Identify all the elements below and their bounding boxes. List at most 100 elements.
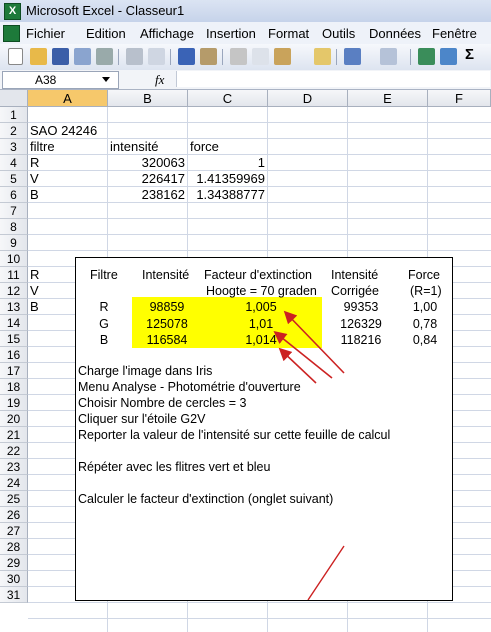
cell-b4[interactable]: 320063	[108, 155, 185, 171]
menu-format[interactable]: Format	[268, 26, 309, 41]
column-header-c[interactable]: C	[188, 90, 268, 107]
globe-icon[interactable]	[440, 48, 457, 65]
column-header-d[interactable]: D	[268, 90, 348, 107]
permission-icon[interactable]	[74, 48, 91, 65]
print-icon[interactable]	[126, 48, 143, 65]
row-header-22[interactable]: 22	[0, 443, 28, 459]
cell-a12[interactable]: V	[30, 283, 39, 299]
name-box-value: A38	[35, 73, 57, 87]
hyperlink-icon[interactable]	[418, 48, 435, 65]
row-header-12[interactable]: 12	[0, 283, 28, 299]
undo-icon[interactable]	[344, 48, 361, 65]
select-all-corner[interactable]	[0, 90, 28, 107]
menu-insertion[interactable]: Insertion	[206, 26, 256, 41]
row-header-21[interactable]: 21	[0, 427, 28, 443]
toolbar-separator	[336, 49, 337, 65]
row-header-5[interactable]: 5	[0, 171, 28, 187]
formula-bar: A38 fx	[0, 70, 491, 90]
row-header-13[interactable]: 13	[0, 299, 28, 315]
row-header-15[interactable]: 15	[0, 331, 28, 347]
save-icon[interactable]	[52, 48, 69, 65]
menu-donnees[interactable]: Données	[369, 26, 421, 41]
cell-a6[interactable]: B	[30, 187, 39, 203]
column-header-b[interactable]: B	[108, 90, 188, 107]
cut-icon[interactable]	[230, 48, 247, 65]
cell-a3[interactable]: filtre	[30, 139, 55, 155]
row-header-20[interactable]: 20	[0, 411, 28, 427]
open-folder-icon[interactable]	[30, 48, 47, 65]
cell-c4[interactable]: 1	[188, 155, 265, 171]
document-icon[interactable]	[3, 25, 20, 42]
excel-icon: X	[4, 3, 21, 20]
toolbar-separator	[222, 49, 223, 65]
autosum-icon[interactable]: Σ	[465, 46, 482, 63]
menu-affichage[interactable]: Affichage	[140, 26, 194, 41]
row-header-31[interactable]: 31	[0, 587, 28, 603]
arrow-lower	[307, 545, 345, 600]
spelling-icon[interactable]	[178, 48, 195, 65]
row-header-7[interactable]: 7	[0, 203, 28, 219]
menu-fenetre[interactable]: Fenêtre	[432, 26, 477, 41]
cell-c5[interactable]: 1.41359969	[188, 171, 265, 187]
format-painter-icon[interactable]	[314, 48, 331, 65]
title-bar: X Microsoft Excel - Classeur1	[0, 0, 491, 23]
copy-icon[interactable]	[252, 48, 269, 65]
row-header-1[interactable]: 1	[0, 107, 28, 123]
row-header-24[interactable]: 24	[0, 475, 28, 491]
cell-a5[interactable]: V	[30, 171, 39, 187]
new-document-icon[interactable]	[8, 48, 23, 65]
column-header-a[interactable]: A	[28, 90, 108, 107]
row-header-4[interactable]: 4	[0, 155, 28, 171]
cell-b5[interactable]: 226417	[108, 171, 185, 187]
row-header-26[interactable]: 26	[0, 507, 28, 523]
row-header-3[interactable]: 3	[0, 139, 28, 155]
standard-toolbar: Σ	[0, 44, 491, 71]
chevron-down-icon[interactable]	[102, 77, 110, 82]
menu-outils[interactable]: Outils	[322, 26, 355, 41]
row-header-14[interactable]: 14	[0, 315, 28, 331]
paste-icon[interactable]	[274, 48, 291, 65]
row-header-10[interactable]: 10	[0, 251, 28, 267]
formula-input[interactable]	[176, 71, 490, 87]
window-title: Microsoft Excel - Classeur1	[26, 3, 185, 18]
mail-icon[interactable]	[96, 48, 113, 65]
arrow-to-b	[278, 347, 317, 384]
row-header-6[interactable]: 6	[0, 187, 28, 203]
row-header-17[interactable]: 17	[0, 363, 28, 379]
row-header-2[interactable]: 2	[0, 123, 28, 139]
menu-fichier[interactable]: Fichier	[26, 26, 65, 41]
name-box[interactable]: A38	[2, 71, 119, 89]
function-icon[interactable]: fx	[155, 72, 164, 88]
row-header-11[interactable]: 11	[0, 267, 28, 283]
row-header-28[interactable]: 28	[0, 539, 28, 555]
column-header-f[interactable]: F	[428, 90, 491, 107]
print-preview-icon[interactable]	[148, 48, 165, 65]
toolbar-separator	[170, 49, 171, 65]
embedded-picture[interactable]: Filtre Intensité Facteur d'extinction Ho…	[75, 257, 453, 601]
menu-bar: Fichier Edition Affichage Insertion Form…	[0, 22, 491, 45]
row-header-25[interactable]: 25	[0, 491, 28, 507]
row-header-16[interactable]: 16	[0, 347, 28, 363]
cell-a13[interactable]: B	[30, 299, 39, 315]
row-header-19[interactable]: 19	[0, 395, 28, 411]
row-header-30[interactable]: 30	[0, 571, 28, 587]
row-header-23[interactable]: 23	[0, 459, 28, 475]
row-header-9[interactable]: 9	[0, 235, 28, 251]
cell-b6[interactable]: 238162	[108, 187, 185, 203]
toolbar-separator	[118, 49, 119, 65]
column-header-e[interactable]: E	[348, 90, 428, 107]
cell-a11[interactable]: R	[30, 267, 39, 283]
annotation-arrows	[273, 310, 345, 600]
row-header-29[interactable]: 29	[0, 555, 28, 571]
cell-a2[interactable]: SAO 24246	[30, 123, 97, 139]
cell-c6[interactable]: 1.34388777	[188, 187, 265, 203]
research-icon[interactable]	[200, 48, 217, 65]
row-header-18[interactable]: 18	[0, 379, 28, 395]
cell-c3[interactable]: force	[190, 139, 219, 155]
row-header-27[interactable]: 27	[0, 523, 28, 539]
menu-edition[interactable]: Edition	[86, 26, 126, 41]
cell-a4[interactable]: R	[30, 155, 39, 171]
cell-b3[interactable]: intensité	[110, 139, 158, 155]
row-header-8[interactable]: 8	[0, 219, 28, 235]
redo-icon[interactable]	[380, 48, 397, 65]
